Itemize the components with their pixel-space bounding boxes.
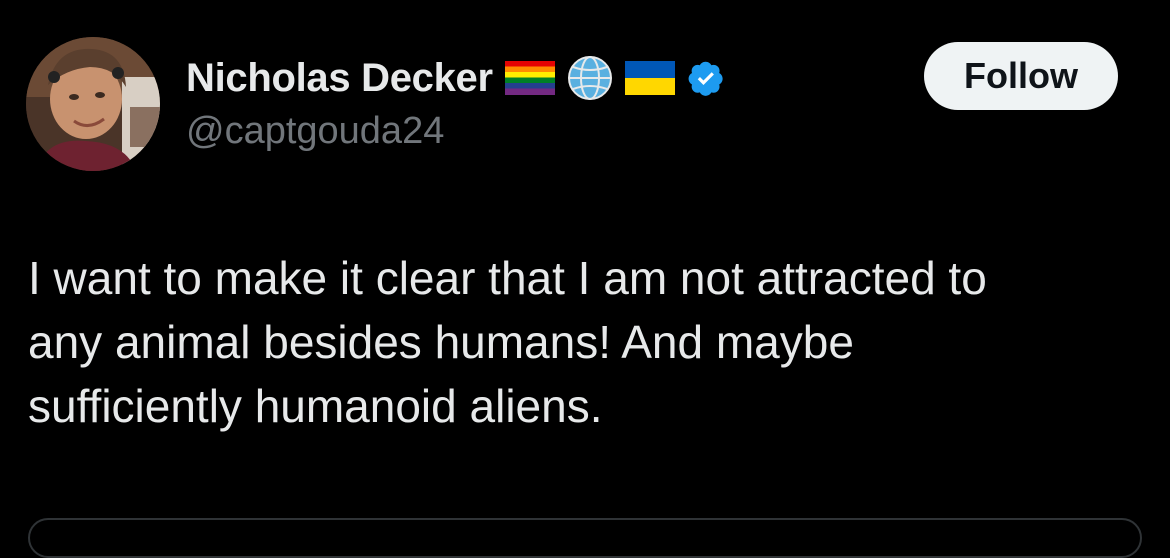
verified-badge-icon [687, 59, 725, 97]
ukraine-flag-icon [624, 61, 675, 95]
tweet-text: I want to make it clear that I am not at… [28, 252, 987, 432]
author-handle[interactable]: @captgouda24 [186, 110, 444, 153]
author-name-row: Nicholas Decker [186, 52, 725, 104]
globe-icon [567, 55, 613, 101]
avatar-photo [26, 37, 160, 171]
rainbow-flag-icon [504, 61, 555, 95]
follow-button[interactable]: Follow [924, 42, 1118, 110]
embedded-card-edge[interactable] [28, 518, 1142, 558]
author-display-name[interactable]: Nicholas Decker [186, 56, 493, 101]
avatar[interactable] [26, 37, 160, 171]
tweet: Nicholas Decker @captgouda24 Follow I wa… [0, 0, 1170, 558]
